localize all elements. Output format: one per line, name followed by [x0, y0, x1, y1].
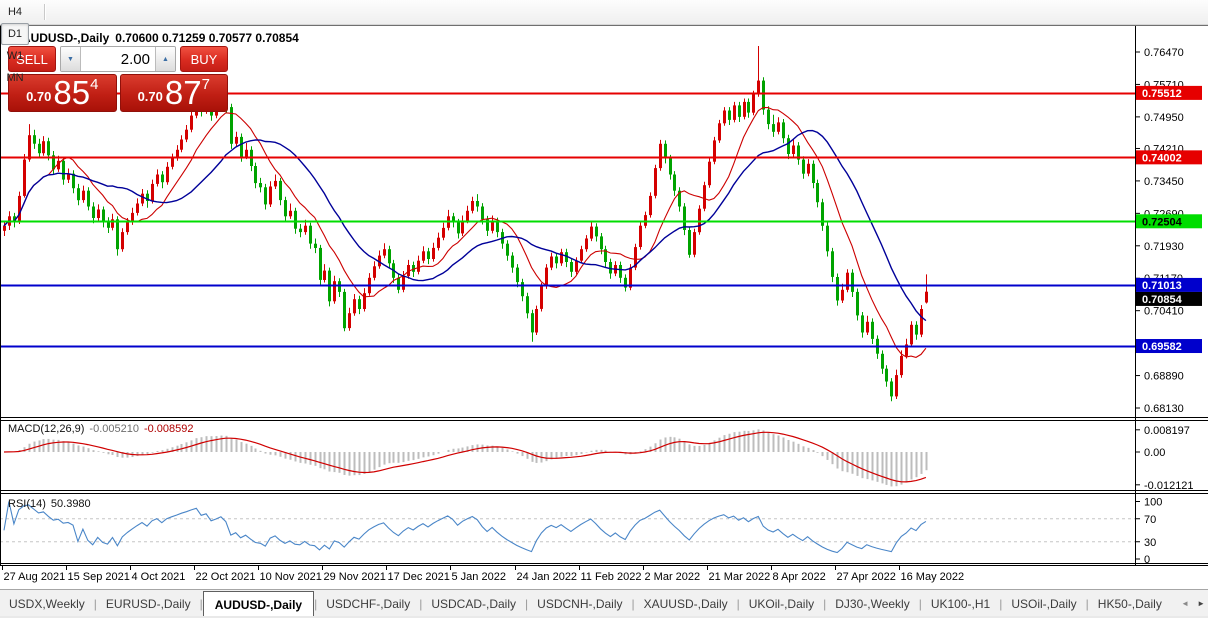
svg-text:0.71013: 0.71013	[1142, 280, 1182, 292]
tab-strip: USDX,Weekly|EURUSD-,Daily|AUDUSD-,Daily|…	[0, 590, 1178, 617]
svg-text:29 Nov 2021: 29 Nov 2021	[324, 571, 386, 583]
tab-ukoil-daily[interactable]: UKOil-,Daily	[740, 590, 823, 617]
volume-stepper: ▼ ▲	[60, 46, 176, 72]
chart-symbol-label: AUDUSD-,Daily	[22, 31, 109, 45]
tab-usdcad-daily[interactable]: USDCAD-,Daily	[422, 590, 525, 617]
svg-text:0.008197: 0.008197	[1144, 425, 1190, 437]
svg-text:0.71930: 0.71930	[1144, 241, 1184, 253]
tab-xauusd-daily[interactable]: XAUUSD-,Daily	[635, 590, 737, 617]
tab-usdcnh-daily[interactable]: USDCNH-,Daily	[528, 590, 631, 617]
buy-price-big: 87	[165, 78, 202, 108]
period-button-group: 5M30H1H4D1W1MN	[0, 0, 30, 89]
macd-signal-value: -0.008592	[144, 423, 194, 435]
svg-text:0.68130: 0.68130	[1144, 403, 1184, 415]
tab-eurusd-daily[interactable]: EURUSD-,Daily	[97, 590, 200, 617]
buy-price-prefix: 0.70	[138, 89, 163, 104]
macd-name: MACD(12,26,9)	[8, 423, 84, 435]
svg-text:10 Nov 2021: 10 Nov 2021	[260, 571, 322, 583]
one-click-trade-panel: SELL ▼ ▲ BUY 0.70 85 4 0.70 87 7	[8, 46, 228, 112]
svg-text:0: 0	[1144, 554, 1150, 566]
svg-text:-0.012121: -0.012121	[1144, 480, 1194, 492]
period-button-h4[interactable]: H4	[1, 1, 29, 23]
sell-price-prefix: 0.70	[26, 89, 51, 104]
rsi-indicator-label: RSI(14) 50.3980	[8, 498, 91, 510]
tab-scroll-controls: ◄ ►	[1175, 590, 1205, 617]
macd-main-value: -0.005210	[89, 423, 139, 435]
volume-increase-button[interactable]: ▲	[155, 47, 175, 71]
svg-text:8 Apr 2022: 8 Apr 2022	[773, 571, 826, 583]
svg-text:0.72504: 0.72504	[1142, 216, 1183, 228]
period-button-w1[interactable]: W1	[1, 45, 29, 67]
tab-dj30-weekly[interactable]: DJ30-,Weekly	[826, 590, 918, 617]
symbol-tab-bar: USDX,Weekly|EURUSD-,Daily|AUDUSD-,Daily|…	[0, 589, 1208, 617]
svg-text:70: 70	[1144, 514, 1156, 526]
svg-text:100: 100	[1144, 497, 1162, 509]
svg-text:27 Apr 2022: 27 Apr 2022	[837, 571, 896, 583]
macd-indicator-label: MACD(12,26,9) -0.005210 -0.008592	[8, 423, 194, 435]
svg-text:17 Dec 2021: 17 Dec 2021	[388, 571, 450, 583]
sell-price-big: 85	[53, 78, 90, 108]
sell-price-sup: 4	[90, 77, 98, 92]
volume-input[interactable]	[81, 47, 155, 71]
period-button-d1[interactable]: D1	[1, 23, 29, 45]
tab-hk50-daily[interactable]: HK50-,Daily	[1089, 590, 1171, 617]
svg-text:24 Jan 2022: 24 Jan 2022	[517, 571, 578, 583]
svg-text:15 Sep 2021: 15 Sep 2021	[68, 571, 130, 583]
svg-text:16 May 2022: 16 May 2022	[901, 571, 965, 583]
timeframe-toolbar: 5M30H1H4D1W1MN	[0, 0, 1208, 25]
trading-terminal: { "toolbar": { "periods": ["5", "M30", "…	[0, 0, 1208, 618]
svg-text:0.68890: 0.68890	[1144, 371, 1184, 383]
svg-text:0.74002: 0.74002	[1142, 152, 1182, 164]
svg-text:4 Oct 2021: 4 Oct 2021	[132, 571, 186, 583]
buy-price-sup: 7	[202, 77, 210, 92]
chart-window-top-border	[0, 25, 1208, 26]
svg-text:2 Mar 2022: 2 Mar 2022	[645, 571, 701, 583]
svg-text:0.74950: 0.74950	[1144, 112, 1184, 124]
svg-text:27 Aug 2021: 27 Aug 2021	[4, 571, 66, 583]
svg-text:0.73450: 0.73450	[1144, 176, 1184, 188]
svg-text:0.75512: 0.75512	[1142, 88, 1182, 100]
tab-uk100-h1[interactable]: UK100-,H1	[922, 590, 999, 617]
svg-text:11 Feb 2022: 11 Feb 2022	[581, 571, 642, 583]
rsi-name: RSI(14)	[8, 498, 46, 510]
svg-text:22 Oct 2021: 22 Oct 2021	[196, 571, 256, 583]
svg-text:0.70410: 0.70410	[1144, 306, 1184, 318]
volume-decrease-button[interactable]: ▼	[61, 47, 81, 71]
tab-audusd-daily[interactable]: AUDUSD-,Daily	[203, 591, 314, 618]
period-button-mn[interactable]: MN	[1, 67, 29, 89]
svg-text:0.69582: 0.69582	[1142, 341, 1182, 353]
tab-usoil-daily[interactable]: USOil-,Daily	[1002, 590, 1085, 617]
buy-price-box[interactable]: 0.70 87 7	[120, 74, 229, 112]
tab-usdx-weekly[interactable]: USDX,Weekly	[0, 590, 94, 617]
svg-text:30: 30	[1144, 537, 1156, 549]
svg-text:0.70854: 0.70854	[1142, 294, 1183, 306]
svg-text:0.00: 0.00	[1144, 447, 1165, 459]
chart-ohlc-values: 0.70600 0.71259 0.70577 0.70854	[115, 31, 299, 45]
rsi-value: 50.3980	[51, 498, 91, 510]
chart-title: ▲ AUDUSD-,Daily 0.70600 0.71259 0.70577 …	[8, 31, 299, 45]
svg-text:21 Mar 2022: 21 Mar 2022	[709, 571, 771, 583]
toolbar-separator	[44, 4, 46, 20]
svg-text:0.76470: 0.76470	[1144, 47, 1184, 59]
buy-button[interactable]: BUY	[180, 46, 228, 72]
svg-text:5 Jan 2022: 5 Jan 2022	[452, 571, 506, 583]
tab-scroll-left-icon[interactable]: ◄	[1181, 599, 1189, 608]
tab-usdchf-daily[interactable]: USDCHF-,Daily	[317, 590, 419, 617]
tab-scroll-right-icon[interactable]: ►	[1197, 599, 1205, 608]
